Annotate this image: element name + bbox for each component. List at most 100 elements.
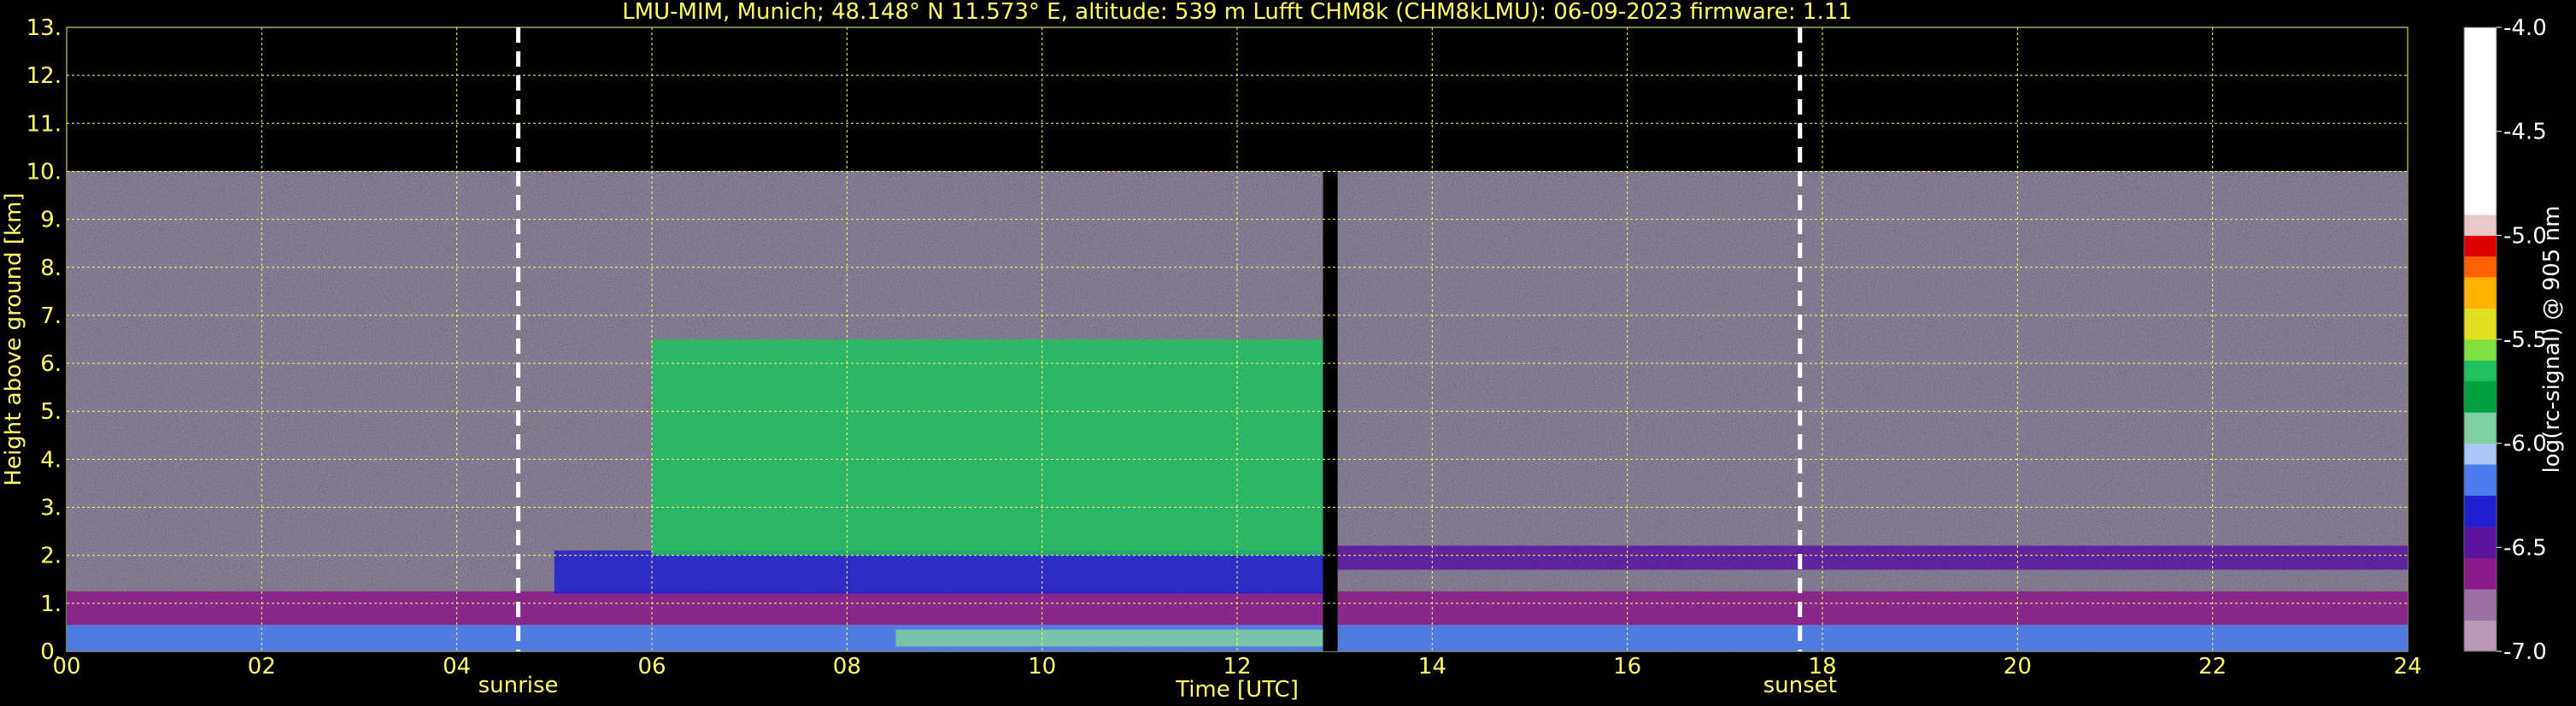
colorbar-segment	[2464, 568, 2497, 580]
y-tick-label: 9.	[40, 208, 62, 233]
y-tick-label: 8.	[40, 256, 62, 281]
colorbar-segment	[2464, 27, 2497, 38]
colorbar	[2463, 26, 2497, 652]
colorbar-segment	[2464, 235, 2497, 246]
colorbar-segment	[2464, 203, 2497, 215]
colorbar-segment	[2464, 609, 2497, 621]
colorbar-segment	[2464, 547, 2497, 558]
colorbar-segment	[2464, 215, 2497, 226]
signal-layer-4	[652, 339, 1325, 556]
y-tick-label: 3.	[40, 496, 62, 521]
colorbar-segment	[2464, 110, 2497, 121]
y-tick-label: 12.	[26, 63, 62, 89]
x-axis-ticks: 00 02 04 06 08 10 12 14 16 18 20 22 24	[52, 654, 2421, 680]
colorbar-segment	[2464, 350, 2497, 361]
colorbar-segment	[2464, 162, 2497, 174]
colorbar-segment	[2464, 412, 2497, 423]
colorbar-segment	[2464, 121, 2497, 132]
colorbar-segment	[2464, 464, 2497, 475]
y-tick-label: 11.	[26, 111, 62, 137]
colorbar-segment	[2464, 360, 2497, 371]
x-tick-label: 12	[1223, 654, 1251, 680]
colorbar-segment	[2464, 474, 2497, 485]
colorbar-segment	[2464, 630, 2497, 642]
signal-layer-5	[1335, 545, 2408, 570]
colorbar-segment	[2464, 402, 2497, 413]
x-tick-label: 06	[637, 654, 666, 680]
colorbar-segment	[2464, 225, 2497, 236]
x-tick-label: 14	[1418, 654, 1446, 680]
y-tick-label: 1.	[40, 591, 62, 617]
sunrise-label: sunrise	[478, 673, 559, 698]
colorbar-segment	[2464, 256, 2497, 268]
colorbar-segment	[2464, 527, 2497, 538]
y-axis-label: Height above ground [km]	[1, 192, 26, 485]
missing-data-gap	[1323, 171, 1338, 651]
colorbar-segment	[2464, 318, 2497, 330]
colorbar-segment	[2464, 48, 2497, 59]
colorbar-segment	[2464, 90, 2497, 101]
colorbar-segment	[2464, 391, 2497, 403]
x-tick-label: 16	[1613, 654, 1641, 680]
colorbar-segment	[2464, 495, 2497, 507]
colorbar-segment	[2464, 599, 2497, 610]
colorbar-tick-label: -4.0	[2503, 15, 2547, 41]
colorbar-segment	[2464, 277, 2497, 288]
colorbar-segment	[2464, 183, 2497, 195]
colorbar-segment	[2464, 58, 2497, 70]
y-tick-label: 6.	[40, 351, 62, 377]
x-tick-label: 22	[2198, 654, 2227, 680]
colorbar-segment	[2464, 297, 2497, 309]
x-tick-label: 24	[2393, 654, 2421, 680]
y-axis-ticks: 0. 1. 2. 3. 4. 5. 6. 7. 8. 9. 10. 11. 12. 13.	[26, 15, 62, 665]
y-tick-label: 5.	[40, 399, 62, 425]
x-tick-label: 04	[443, 654, 471, 680]
x-tick-label: 02	[248, 654, 276, 680]
colorbar-segment	[2464, 453, 2497, 465]
colorbar-segment	[2464, 193, 2497, 205]
y-tick-label: 4.	[40, 447, 62, 473]
colorbar-segment	[2464, 173, 2497, 184]
colorbar-segment	[2464, 505, 2497, 517]
x-tick-label: 10	[1028, 654, 1056, 680]
colorbar-segment	[2464, 131, 2497, 143]
x-tick-label: 08	[833, 654, 861, 680]
colorbar-segment	[2464, 537, 2497, 548]
colorbar-tick-label: -6.5	[2503, 535, 2547, 561]
colorbar-segment	[2464, 79, 2497, 91]
colorbar-segment	[2464, 620, 2497, 632]
colorbar-segment	[2464, 339, 2497, 350]
colorbar-segment	[2464, 578, 2497, 590]
colorbar-segment	[2464, 308, 2497, 320]
x-axis-label: Time [UTC]	[1175, 677, 1299, 703]
colorbar-tick-label: -4.5	[2503, 120, 2547, 145]
colorbar-segment	[2464, 245, 2497, 257]
x-tick-label: 20	[2004, 654, 2032, 680]
signal-layer-3	[554, 550, 1325, 594]
colorbar-segment	[2464, 557, 2497, 569]
chart-title: LMU-MIM, Munich; 48.148° N 11.573° E, al…	[622, 0, 1852, 25]
colorbar-segment	[2464, 515, 2497, 527]
colorbar-segment	[2464, 485, 2497, 496]
colorbar-segment	[2464, 100, 2497, 111]
ceilometer-chart: sunrise sunset LMU-MIM, Munich; 48.148° N…	[0, 0, 2576, 706]
y-tick-label: 10.	[26, 159, 62, 185]
colorbar-segment	[2464, 141, 2497, 153]
colorbar-segment	[2464, 589, 2497, 600]
colorbar-segment	[2464, 38, 2497, 49]
y-tick-label: 7.	[40, 303, 62, 329]
x-tick-label: 18	[1808, 654, 1836, 680]
signal-layer-2	[895, 629, 1325, 647]
colorbar-segment	[2464, 287, 2497, 298]
colorbar-segment	[2464, 432, 2497, 444]
colorbar-segment	[2464, 640, 2497, 652]
colorbar-segment	[2464, 266, 2497, 278]
y-tick-label: 0.	[40, 639, 62, 665]
colorbar-tick-label: -7.0	[2503, 639, 2547, 665]
y-tick-label: 13.	[26, 15, 62, 41]
colorbar-segment	[2464, 443, 2497, 455]
colorbar-segment	[2464, 152, 2497, 163]
colorbar-label: log(rc-signal) @ 905 nm	[2539, 206, 2565, 474]
colorbar-segment	[2464, 68, 2497, 80]
colorbar-segment	[2464, 422, 2497, 433]
